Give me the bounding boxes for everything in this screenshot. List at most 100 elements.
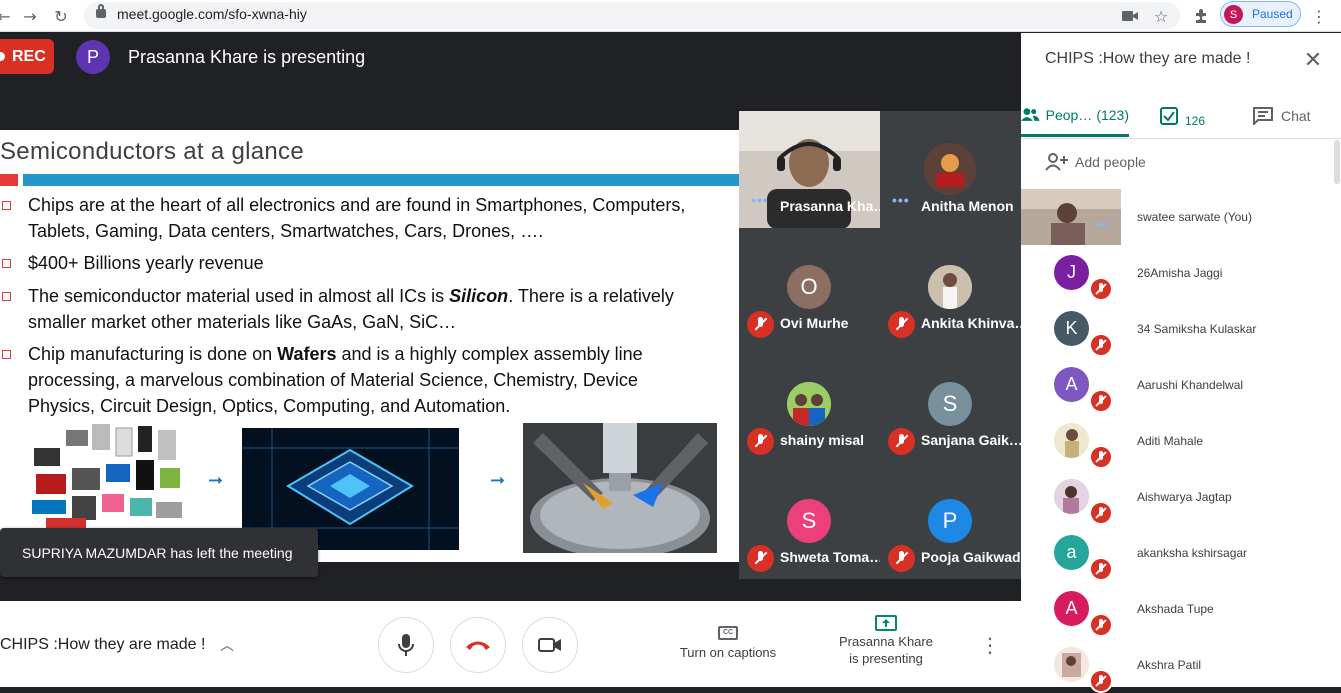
avatar: S	[1224, 5, 1243, 24]
participant-tile[interactable]: shainy misal	[739, 345, 880, 462]
avatar	[924, 143, 976, 195]
bookmark-star-icon[interactable]: ☆	[1151, 6, 1171, 26]
leave-call-button[interactable]	[450, 617, 506, 673]
participant-name: Anitha Menon	[921, 198, 1014, 214]
tab-people-label: Peop…	[1045, 106, 1093, 123]
participant-row[interactable]: Aditi Mahale	[1021, 413, 1333, 469]
arrow-icon: ➞	[208, 470, 224, 491]
profile-chip[interactable]: S Paused	[1220, 1, 1301, 27]
avatar: P	[928, 499, 972, 543]
presenter-avatar: P	[76, 40, 110, 74]
participant-name: Ovi Murhe	[780, 315, 849, 331]
extensions-icon[interactable]	[1191, 6, 1211, 26]
participant-row[interactable]: K 34 Samiksha Kulaskar	[1021, 301, 1333, 357]
avatar: K	[1054, 311, 1089, 346]
close-icon[interactable]: ✕	[1301, 49, 1325, 73]
turn-on-captions-button[interactable]: CC Turn on captions	[670, 621, 786, 671]
tab-people[interactable]: Peop… (123)	[1021, 95, 1129, 137]
participant-row[interactable]: Aishwarya Jagtap	[1021, 469, 1333, 525]
participant-name: swatee sarwate (You)	[1137, 210, 1252, 224]
slide-accent-bar	[0, 174, 18, 186]
bullet-square-icon	[2, 259, 11, 268]
bullet-text: $400+ Billions yearly revenue	[28, 253, 264, 273]
avatar: S	[928, 382, 972, 426]
recording-label: REC	[12, 47, 46, 65]
avatar: A	[1054, 367, 1089, 402]
avatar: A	[1054, 591, 1089, 626]
participant-name: Sanjana Gaik…	[921, 432, 1021, 448]
url-text[interactable]: meet.google.com/sfo-xwna-hiy	[117, 6, 307, 22]
forward-icon[interactable]: →	[20, 6, 40, 26]
bullet-text: The semiconductor material used in almos…	[28, 283, 713, 335]
avatar: a	[1054, 535, 1089, 570]
participant-row[interactable]: A Aarushi Khandelwal	[1021, 357, 1333, 413]
notification-toast: SUPRIYA MAZUMDAR has left the meeting	[0, 528, 318, 577]
tab-activities[interactable]: 126	[1159, 95, 1229, 137]
add-people-button[interactable]: Add people	[1045, 153, 1146, 171]
lock-icon	[96, 4, 106, 18]
participant-name: Prasanna Kha…	[780, 198, 880, 214]
participant-tile[interactable]: S Shweta Toma…	[739, 462, 880, 579]
participant-tile[interactable]: P Pooja Gaikwad	[880, 462, 1021, 579]
mic-off-icon	[1089, 613, 1113, 637]
camera-icon	[538, 638, 561, 652]
mic-off-icon	[1089, 333, 1113, 357]
participant-tile[interactable]: O Ovi Murhe	[739, 228, 880, 345]
scrollbar[interactable]	[1334, 140, 1340, 184]
add-people-label: Add people	[1075, 154, 1146, 170]
mic-off-icon	[1089, 501, 1113, 525]
bullet-text: Chips are at the heart of all electronic…	[28, 195, 686, 241]
bullet-square-icon	[2, 292, 11, 301]
bullet-text-part: The semiconductor material used in almos…	[28, 286, 450, 306]
meeting-title[interactable]: CHIPS :How they are made !	[0, 636, 205, 654]
people-icon	[1021, 107, 1040, 121]
participant-row[interactable]: a akanksha kshirsagar	[1021, 525, 1333, 581]
participant-name: akanksha kshirsagar	[1137, 546, 1248, 560]
browser-menu-icon[interactable]: ⋮	[1309, 6, 1329, 26]
bullet-emphasis: Silicon	[449, 286, 509, 306]
add-person-icon	[1045, 153, 1068, 171]
participant-tile[interactable]: Ankita Khinva…	[880, 228, 1021, 345]
people-panel: CHIPS :How they are made ! ✕ Peop… (123)…	[1021, 33, 1341, 693]
avatar	[1054, 647, 1089, 682]
mic-off-icon	[747, 311, 774, 338]
avatar	[1054, 479, 1089, 514]
activities-count: 126	[1185, 114, 1206, 128]
browser-toolbar: ← → ↻ meet.google.com/sfo-xwna-hiy ☆ S P…	[0, 0, 1341, 32]
participant-row[interactable]: Akshra Patil	[1021, 637, 1333, 693]
avatar	[787, 382, 831, 426]
tab-people-count: (123)	[1096, 106, 1129, 123]
camera-button[interactable]	[522, 617, 578, 673]
camera-blocked-icon[interactable]	[1120, 6, 1140, 26]
sync-paused-label: Paused	[1252, 7, 1293, 21]
participant-tile[interactable]: ••• Anitha Menon	[880, 111, 1021, 228]
mic-off-icon	[747, 545, 774, 572]
participant-row[interactable]: ••• swatee sarwate (You)	[1021, 189, 1333, 245]
avatar	[928, 265, 972, 309]
participant-row[interactable]: A Akshada Tupe	[1021, 581, 1333, 637]
chat-icon	[1253, 107, 1273, 125]
captions-label: Turn on captions	[679, 645, 777, 660]
tab-chat[interactable]: Chat	[1253, 95, 1333, 137]
presenting-line-2: is presenting	[849, 651, 923, 666]
presentation-button[interactable]: Prasanna Khare is presenting	[830, 615, 942, 675]
participant-name: Aishwarya Jagtap	[1137, 490, 1232, 504]
bullet-text: Chip manufacturing is done on Wafers and…	[28, 341, 693, 419]
participant-name: shainy misal	[780, 432, 865, 448]
participant-row[interactable]: J 26Amisha Jaggi	[1021, 245, 1333, 301]
speaking-indicator-icon: •••	[1095, 217, 1108, 231]
participant-name: 26Amisha Jaggi	[1137, 266, 1223, 280]
chevron-up-icon[interactable]: ︿	[220, 635, 240, 655]
mic-off-icon	[888, 311, 915, 338]
participant-tile[interactable]: S Sanjana Gaik…	[880, 345, 1021, 462]
participant-tile[interactable]: ••• Prasanna Kha…	[739, 111, 880, 228]
more-options-icon[interactable]: ⋮	[978, 635, 1002, 659]
bullet-square-icon	[2, 350, 11, 359]
mic-off-icon	[1089, 277, 1113, 301]
speaking-indicator-icon: •••	[892, 192, 910, 208]
back-icon[interactable]: ←	[0, 6, 14, 26]
reload-icon[interactable]: ↻	[51, 6, 71, 26]
arrow-icon: ➞	[490, 470, 506, 491]
microphone-button[interactable]	[378, 617, 434, 673]
presentation-slide: Semiconductors at a glance Chips are at …	[0, 130, 740, 562]
